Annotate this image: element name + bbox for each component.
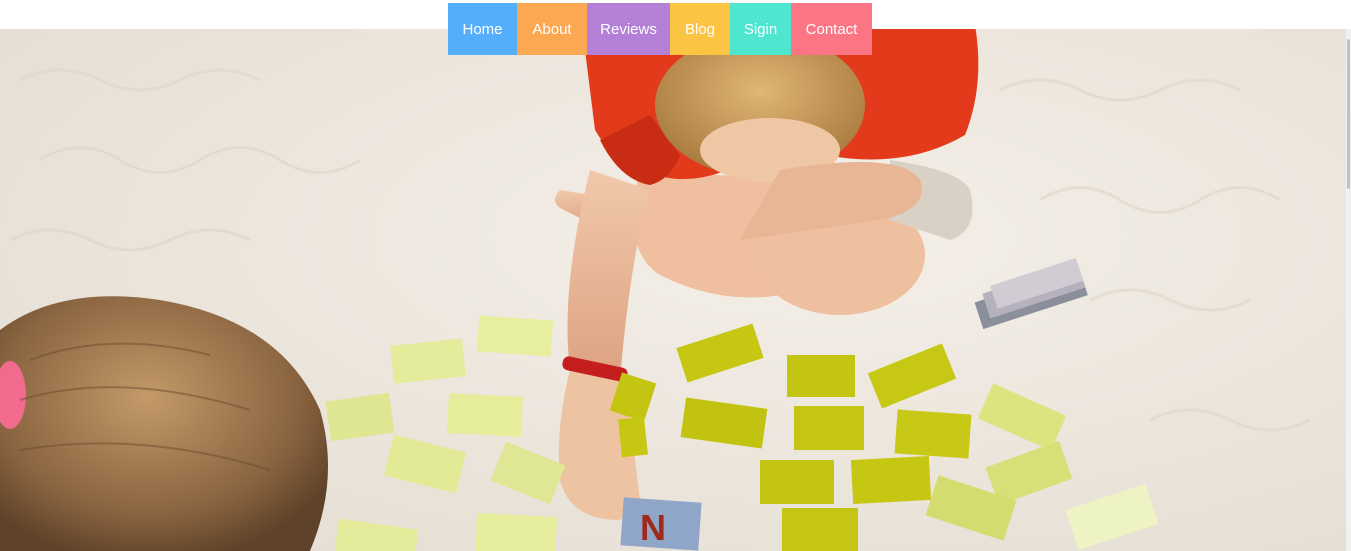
main-navigation: Home About Reviews Blog Sigin Contact (448, 3, 872, 55)
hero-image: N (0, 29, 1346, 551)
nav-item-home[interactable]: Home (448, 3, 517, 55)
hero-illustration: N (0, 29, 1346, 551)
scrollbar[interactable] (1346, 29, 1351, 551)
svg-text:N: N (640, 507, 666, 548)
nav-item-sigin[interactable]: Sigin (730, 3, 791, 55)
page: Home About Reviews Blog Sigin Contact N (0, 0, 1351, 551)
nav-item-reviews[interactable]: Reviews (587, 3, 670, 55)
scrollbar-thumb[interactable] (1347, 39, 1350, 189)
nav-item-contact[interactable]: Contact (791, 3, 872, 55)
nav-item-about[interactable]: About (517, 3, 587, 55)
nav-item-blog[interactable]: Blog (670, 3, 730, 55)
